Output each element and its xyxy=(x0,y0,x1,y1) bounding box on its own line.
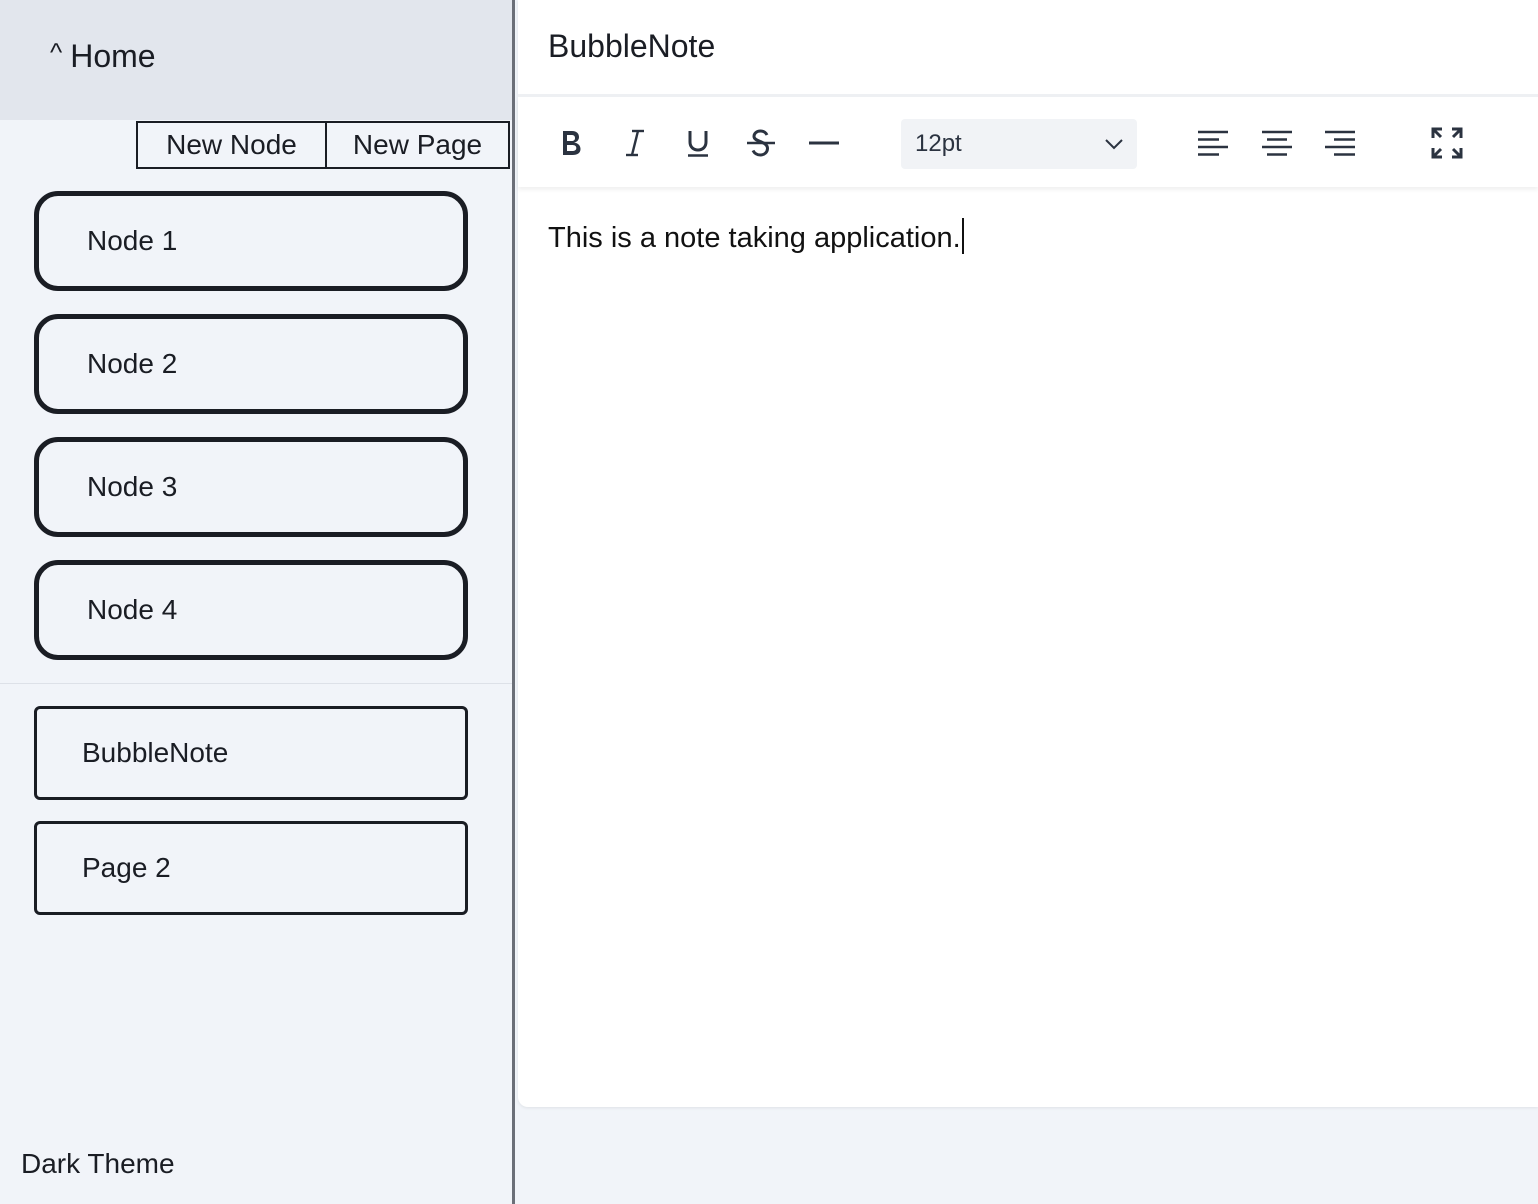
new-node-button[interactable]: New Node xyxy=(136,121,327,169)
node-label: Node 3 xyxy=(87,471,178,502)
page-label: BubbleNote xyxy=(82,737,229,768)
align-left-button[interactable] xyxy=(1191,121,1235,165)
italic-button[interactable] xyxy=(613,121,657,165)
font-size-select[interactable]: 12pt xyxy=(901,119,1137,169)
node-item[interactable]: Node 2 xyxy=(34,314,468,414)
align-left-icon xyxy=(1198,130,1228,156)
action-buttons: New Node New Page xyxy=(136,121,510,169)
page-item[interactable]: Page 2 xyxy=(34,821,468,915)
formatting-toolbar: 12pt xyxy=(518,97,1538,187)
strikethrough-icon xyxy=(747,129,775,157)
new-page-button[interactable]: New Page xyxy=(325,121,510,169)
strikethrough-button[interactable] xyxy=(739,121,783,165)
underline-button[interactable] xyxy=(676,121,720,165)
font-size-value: 12pt xyxy=(915,130,962,157)
italic-icon xyxy=(626,129,644,157)
bold-button[interactable] xyxy=(549,121,593,165)
section-divider xyxy=(0,683,512,684)
sidebar: ^ Home New Node New Page Node 1 Node 2 N… xyxy=(0,0,512,1204)
chevron-down-icon xyxy=(1105,139,1123,150)
align-center-button[interactable] xyxy=(1255,121,1299,165)
node-label: Node 1 xyxy=(87,225,178,256)
page-title: BubbleNote xyxy=(548,28,716,64)
align-center-icon xyxy=(1262,130,1292,156)
editor-text: This is a note taking application. xyxy=(548,222,961,254)
editor-content[interactable]: This is a note taking application. xyxy=(548,218,964,255)
home-link[interactable]: ^ Home xyxy=(50,37,156,75)
bold-icon xyxy=(563,131,581,155)
theme-toggle[interactable]: Dark Theme xyxy=(21,1148,175,1180)
align-right-button[interactable] xyxy=(1318,121,1362,165)
editor-panel: BubbleNote 12pt This is a note taking ap… xyxy=(518,0,1538,1107)
page-label: Page 2 xyxy=(82,852,171,883)
horizontal-rule-icon xyxy=(809,141,839,145)
home-header: ^ Home xyxy=(0,0,512,120)
node-label: Node 4 xyxy=(87,594,178,625)
node-item[interactable]: Node 4 xyxy=(34,560,468,660)
sidebar-divider[interactable] xyxy=(512,0,515,1204)
fullscreen-icon xyxy=(1431,127,1463,159)
fullscreen-button[interactable] xyxy=(1425,121,1469,165)
caret-up-icon: ^ xyxy=(50,37,63,67)
node-label: Node 2 xyxy=(87,348,178,379)
home-label: Home xyxy=(70,38,156,74)
node-item[interactable]: Node 3 xyxy=(34,437,468,537)
align-right-icon xyxy=(1325,130,1355,156)
underline-icon xyxy=(688,131,708,157)
page-item[interactable]: BubbleNote xyxy=(34,706,468,800)
text-cursor xyxy=(961,218,964,254)
node-item[interactable]: Node 1 xyxy=(34,191,468,291)
horizontal-rule-button[interactable] xyxy=(802,121,846,165)
